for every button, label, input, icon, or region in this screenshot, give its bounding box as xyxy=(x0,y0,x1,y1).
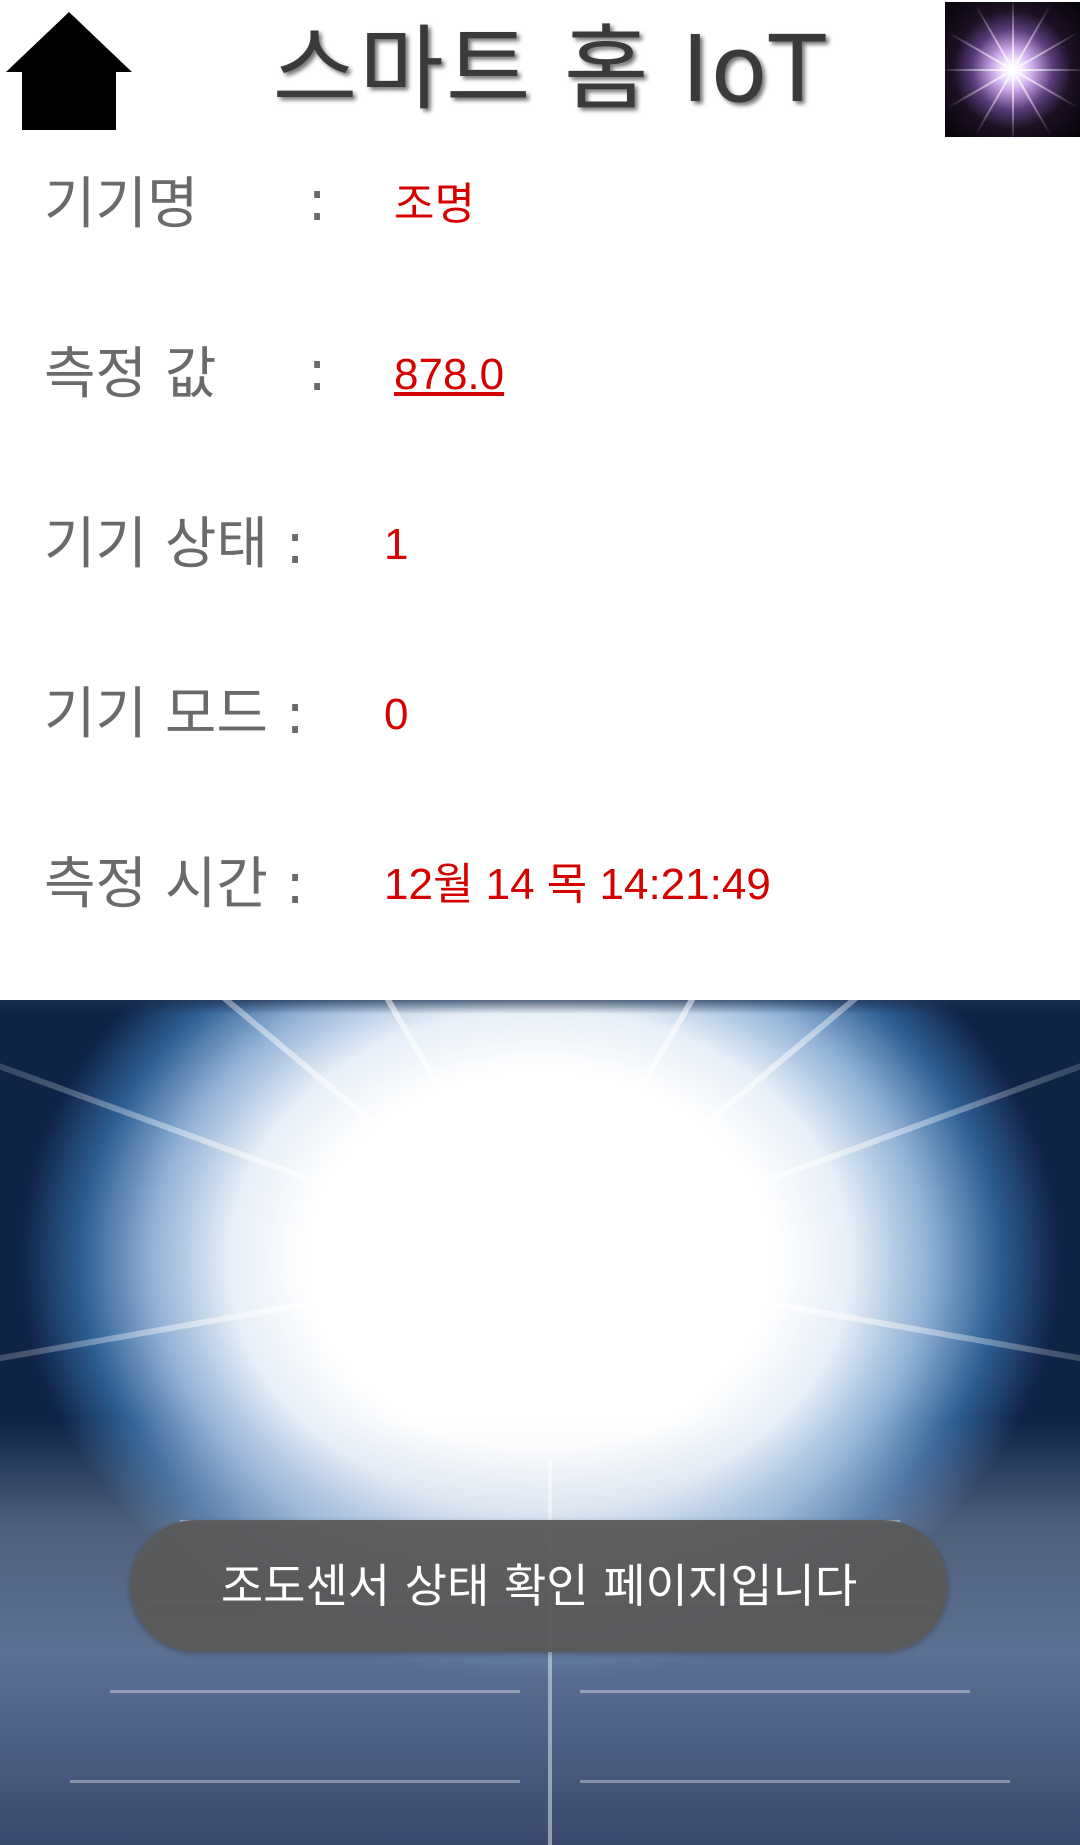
measure-time-label: 측정 시간 : xyxy=(44,852,305,917)
device-name-label: 기기명 xyxy=(44,172,199,237)
measure-time-value: 12월 14 목 14:21:49 xyxy=(384,860,771,909)
light-thumbnail[interactable] xyxy=(945,2,1080,137)
measure-value-label: 측정 값 xyxy=(44,342,217,407)
device-name-value: 조명 xyxy=(394,180,475,229)
app-screen: 스마트 홈 IoT 기기명 : 조명 측정 값 : 878.0 기기 상태 : … xyxy=(0,0,1080,1845)
measure-value-row: 측정 값 : 878.0 xyxy=(0,320,1080,430)
device-mode-value: 0 xyxy=(384,690,409,739)
measure-value-colon: : xyxy=(307,339,327,404)
device-status-value: 1 xyxy=(384,520,409,569)
device-name-row: 기기명 : 조명 xyxy=(0,150,1080,260)
measure-time-row: 측정 시간 : 12월 14 목 14:21:49 xyxy=(0,830,1080,940)
header: 스마트 홈 IoT xyxy=(0,0,1080,140)
device-status-row: 기기 상태 : 1 xyxy=(0,490,1080,600)
home-button[interactable] xyxy=(0,8,138,132)
device-name-colon: : xyxy=(307,169,327,234)
device-mode-label: 기기 모드 : xyxy=(44,682,305,747)
app-title: 스마트 홈 IoT xyxy=(272,16,828,123)
home-icon xyxy=(6,12,132,130)
background-light-image xyxy=(0,1000,1080,1845)
measure-value-link[interactable]: 878.0 xyxy=(394,320,504,430)
device-mode-row: 기기 모드 : 0 xyxy=(0,660,1080,770)
device-status-label: 기기 상태 : xyxy=(44,512,305,577)
toast-message: 조도센서 상태 확인 페이지입니다 xyxy=(130,1520,948,1652)
